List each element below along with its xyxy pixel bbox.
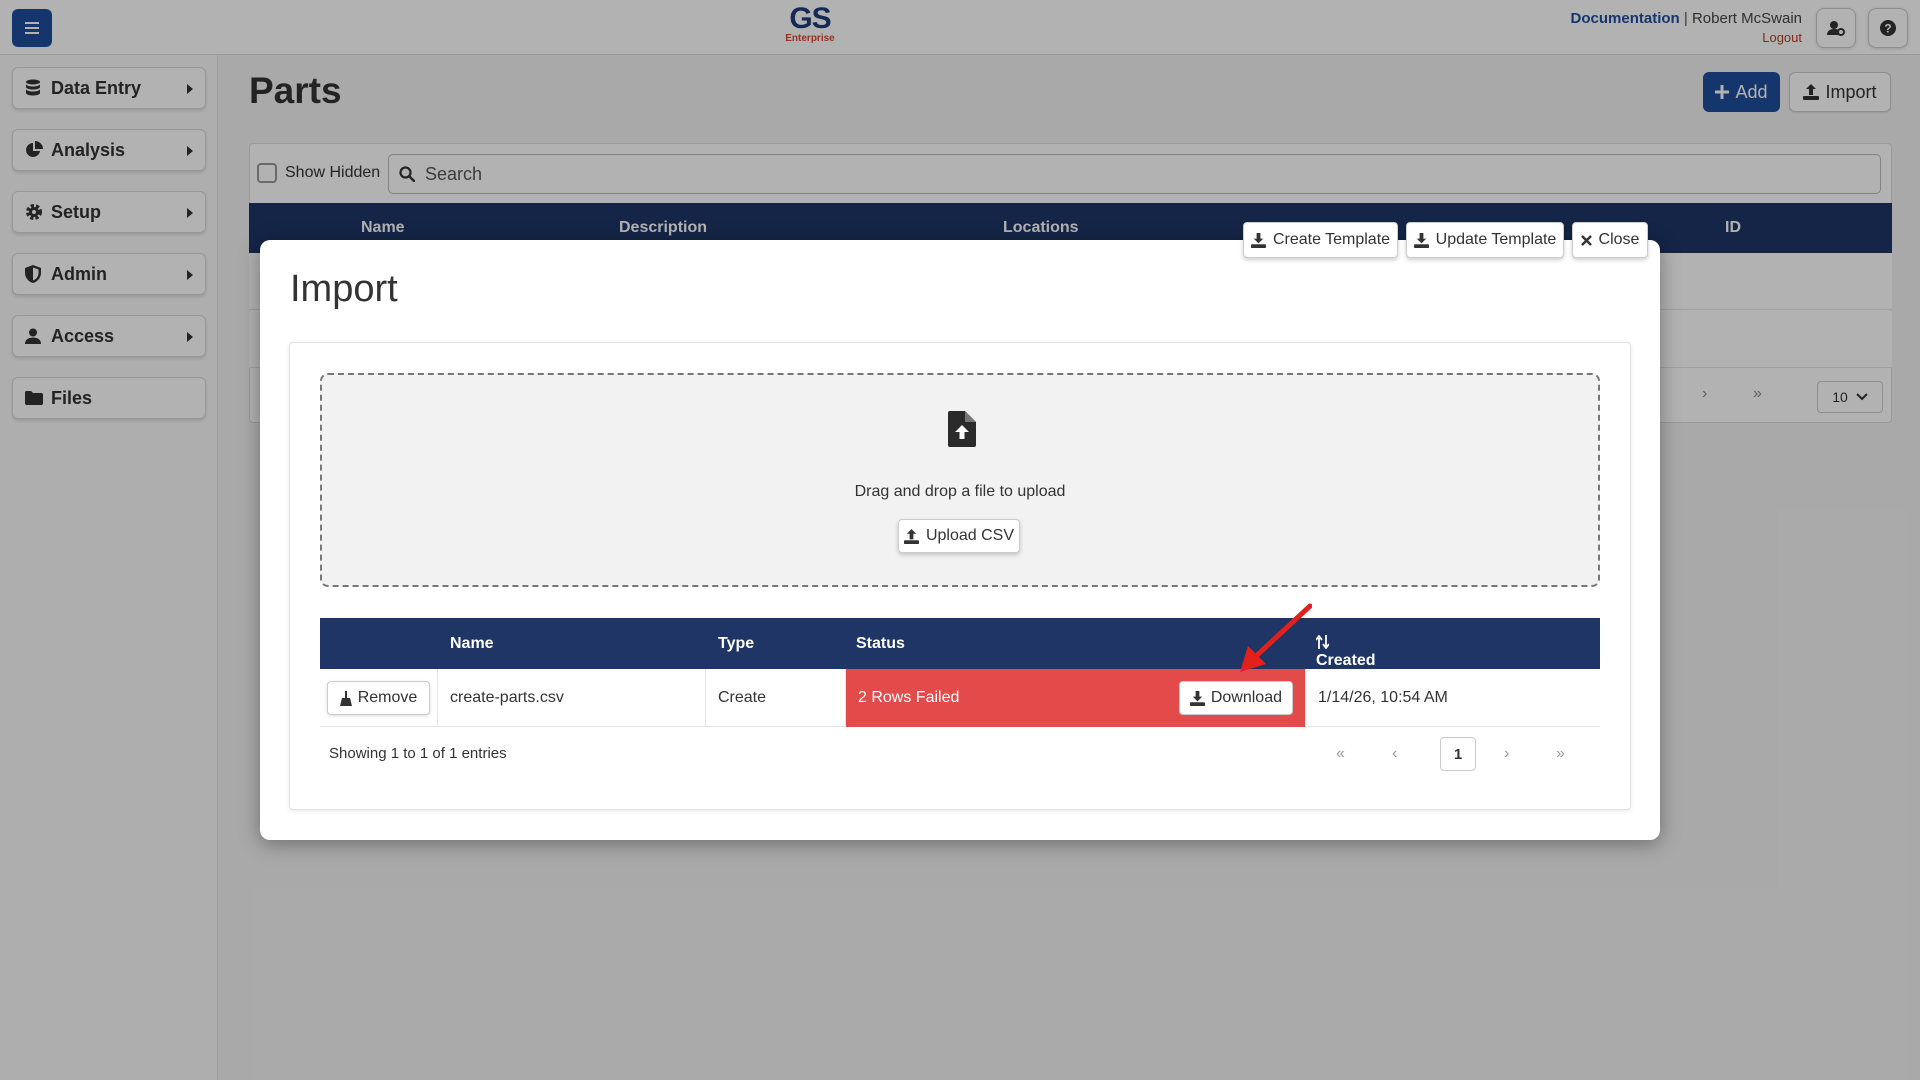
sort-icon	[1315, 634, 1330, 650]
current-page[interactable]: 1	[1440, 737, 1476, 771]
import-table-header: Name Type Status Created	[320, 618, 1600, 669]
download-icon	[1413, 232, 1429, 248]
download-icon	[1250, 232, 1266, 248]
table-footer: Showing 1 to 1 of 1 entries « ‹ 1 › »	[320, 727, 1600, 780]
column-header-status: Status	[856, 635, 905, 652]
file-upload-icon	[948, 411, 976, 447]
create-template-button[interactable]: Create Template	[1243, 222, 1398, 258]
file-dropzone[interactable]: Drag and drop a file to upload Upload CS…	[320, 373, 1600, 587]
upload-csv-button[interactable]: Upload CSV	[898, 519, 1020, 553]
download-button[interactable]: Download	[1178, 681, 1293, 715]
column-header-created-label: Created	[1316, 652, 1376, 669]
import-table: Name Type Status Created Remove create-p…	[320, 618, 1600, 780]
import-panel: Drag and drop a file to upload Upload CS…	[289, 342, 1631, 810]
update-template-label: Update Template	[1435, 231, 1557, 248]
broom-icon	[339, 690, 352, 706]
type-cell: Create	[706, 669, 846, 727]
first-page-icon[interactable]: «	[1336, 745, 1345, 763]
remove-button[interactable]: Remove	[326, 681, 431, 715]
close-button[interactable]: Close	[1572, 222, 1648, 258]
table-row: Remove create-parts.csv Create 2 Rows Fa…	[320, 669, 1600, 727]
annotation-arrow-icon	[1240, 603, 1312, 672]
next-page-icon[interactable]: ›	[1504, 745, 1509, 763]
column-header-name: Name	[450, 635, 494, 652]
close-icon	[1580, 234, 1592, 246]
status-text: 2 Rows Failed	[858, 689, 960, 706]
remove-label: Remove	[357, 689, 418, 706]
upload-csv-label: Upload CSV	[925, 527, 1015, 544]
entries-info: Showing 1 to 1 of 1 entries	[329, 745, 507, 762]
upload-icon	[903, 528, 919, 544]
file-name-cell: create-parts.csv	[438, 669, 706, 727]
remove-cell: Remove	[320, 669, 438, 727]
column-header-created[interactable]: Created	[1315, 634, 1376, 669]
dropzone-text: Drag and drop a file to upload	[854, 483, 1066, 500]
previous-page-icon[interactable]: ‹	[1392, 745, 1397, 763]
import-modal: Import Create Template Update Template C…	[260, 222, 1660, 840]
update-template-button[interactable]: Update Template	[1406, 222, 1564, 258]
created-cell: 1/14/26, 10:54 AM	[1318, 689, 1448, 706]
modal-title: Import	[290, 268, 398, 310]
last-page-icon[interactable]: »	[1556, 745, 1565, 763]
close-label: Close	[1598, 231, 1640, 248]
create-template-label: Create Template	[1272, 231, 1391, 248]
download-icon	[1189, 690, 1205, 706]
download-label: Download	[1210, 689, 1282, 706]
column-header-type: Type	[718, 635, 755, 652]
